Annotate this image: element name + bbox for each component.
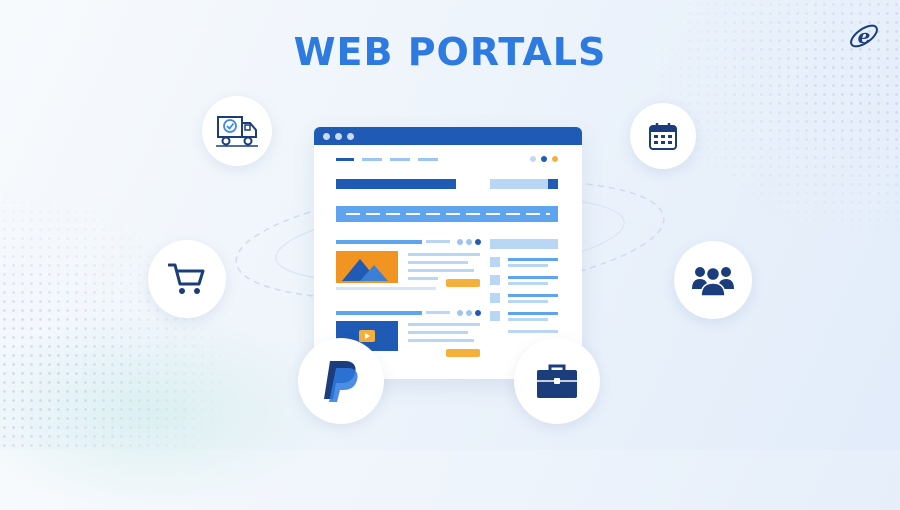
search-button (548, 179, 558, 189)
users-group-icon (692, 266, 734, 297)
briefcase-icon (537, 364, 577, 398)
window-dot (335, 133, 342, 140)
article-meta (426, 311, 450, 314)
status-dot (530, 156, 536, 162)
delivery-truck-icon (216, 116, 258, 147)
meta-dot (466, 239, 472, 245)
shopping-cart-badge (148, 240, 226, 318)
header-bar (336, 179, 456, 189)
article-meta (426, 240, 450, 243)
sidebar-line (508, 264, 548, 267)
text-line (408, 277, 438, 280)
delivery-truck-badge (202, 96, 272, 166)
window-dot (323, 133, 330, 140)
meta-dot (457, 239, 463, 245)
sidebar-line (508, 276, 558, 279)
divider (336, 287, 436, 290)
nav-item (336, 158, 354, 161)
text-line (408, 339, 474, 342)
sidebar-line (508, 300, 548, 303)
text-line (408, 253, 480, 256)
text-line (408, 261, 468, 264)
sidebar-thumb (490, 257, 500, 267)
paypal-icon (324, 361, 358, 402)
calendar-icon (649, 123, 677, 150)
sidebar-line (508, 294, 558, 297)
meta-dot (457, 310, 463, 316)
article-heading (336, 311, 422, 315)
browser-title-bar (314, 127, 582, 145)
meta-dot (475, 310, 481, 316)
sidebar-line (508, 318, 548, 321)
read-more-button (446, 349, 480, 357)
sidebar-header (490, 239, 558, 249)
briefcase-badge (514, 338, 600, 424)
users-group-badge (674, 241, 752, 319)
nav-item (362, 158, 382, 161)
sidebar-thumb (490, 293, 500, 303)
meta-dot (466, 310, 472, 316)
shopping-cart-icon (168, 263, 205, 294)
nav-item (390, 158, 410, 161)
paypal-badge (298, 338, 384, 424)
read-more-button (446, 279, 480, 287)
meta-dot (475, 239, 481, 245)
window-dot (347, 133, 354, 140)
banner-bar (336, 206, 558, 222)
calendar-badge (630, 103, 696, 169)
text-line (408, 331, 468, 334)
sidebar-line (508, 312, 558, 315)
status-dot (552, 156, 558, 162)
mountain-icon (342, 259, 388, 281)
sidebar-thumb (490, 311, 500, 321)
status-dot (541, 156, 547, 162)
sidebar-line (508, 282, 548, 285)
article-image-mountains (336, 251, 398, 283)
search-bar (490, 179, 548, 189)
nav-item (418, 158, 438, 161)
article-heading (336, 240, 422, 244)
text-line (408, 269, 474, 272)
sidebar-line (508, 330, 558, 333)
sidebar-thumb (490, 275, 500, 285)
text-line (408, 323, 480, 326)
sidebar-line (508, 258, 558, 261)
